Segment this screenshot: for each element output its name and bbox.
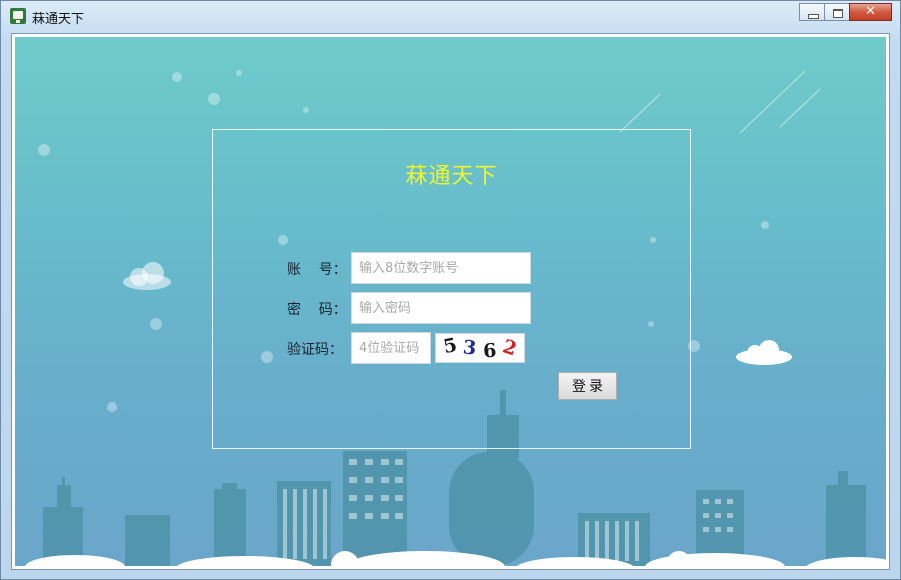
- account-label: 账 号：: [287, 262, 347, 278]
- login-panel: 菻通天下 账 号： 密 码： 验证码： 5 3 6: [212, 129, 691, 449]
- captcha-char: 3: [462, 336, 478, 360]
- password-row: 密 码：: [213, 292, 692, 324]
- client-area: 菻通天下 账 号： 密 码： 验证码： 5 3 6: [11, 33, 890, 570]
- captcha-char: 5: [441, 333, 459, 359]
- window-title: 菻通天下: [32, 12, 85, 27]
- password-label: 密 码：: [287, 302, 347, 318]
- app-heading: 菻通天下: [405, 164, 498, 189]
- captcha-row: 验证码： 5 3 6 2: [213, 332, 692, 364]
- minimize-button[interactable]: [799, 3, 825, 21]
- captcha-char: 2: [500, 335, 520, 361]
- password-input[interactable]: [351, 292, 531, 324]
- account-input[interactable]: [351, 252, 531, 284]
- captcha-label: 验证码：: [287, 342, 343, 358]
- login-button[interactable]: 登录: [558, 372, 617, 400]
- captcha-char: 6: [482, 339, 498, 363]
- window-controls: ✕: [799, 3, 892, 22]
- captcha-input[interactable]: [351, 332, 431, 364]
- app-window: 菻通天下 ✕ 菻通天下 账 号： 输入8位数字账号 密 码： 验证码： 4位验证…: [0, 0, 901, 580]
- close-button[interactable]: ✕: [849, 3, 892, 21]
- login-scene: 菻通天下 账 号： 密 码： 验证码： 5 3 6: [15, 37, 886, 566]
- maximize-button[interactable]: [824, 3, 850, 21]
- title-bar[interactable]: 菻通天下 ✕: [1, 1, 900, 31]
- app-logo-icon: [10, 8, 26, 24]
- captcha-image[interactable]: 5 3 6 2: [435, 333, 525, 363]
- account-row: 账 号：: [213, 252, 692, 284]
